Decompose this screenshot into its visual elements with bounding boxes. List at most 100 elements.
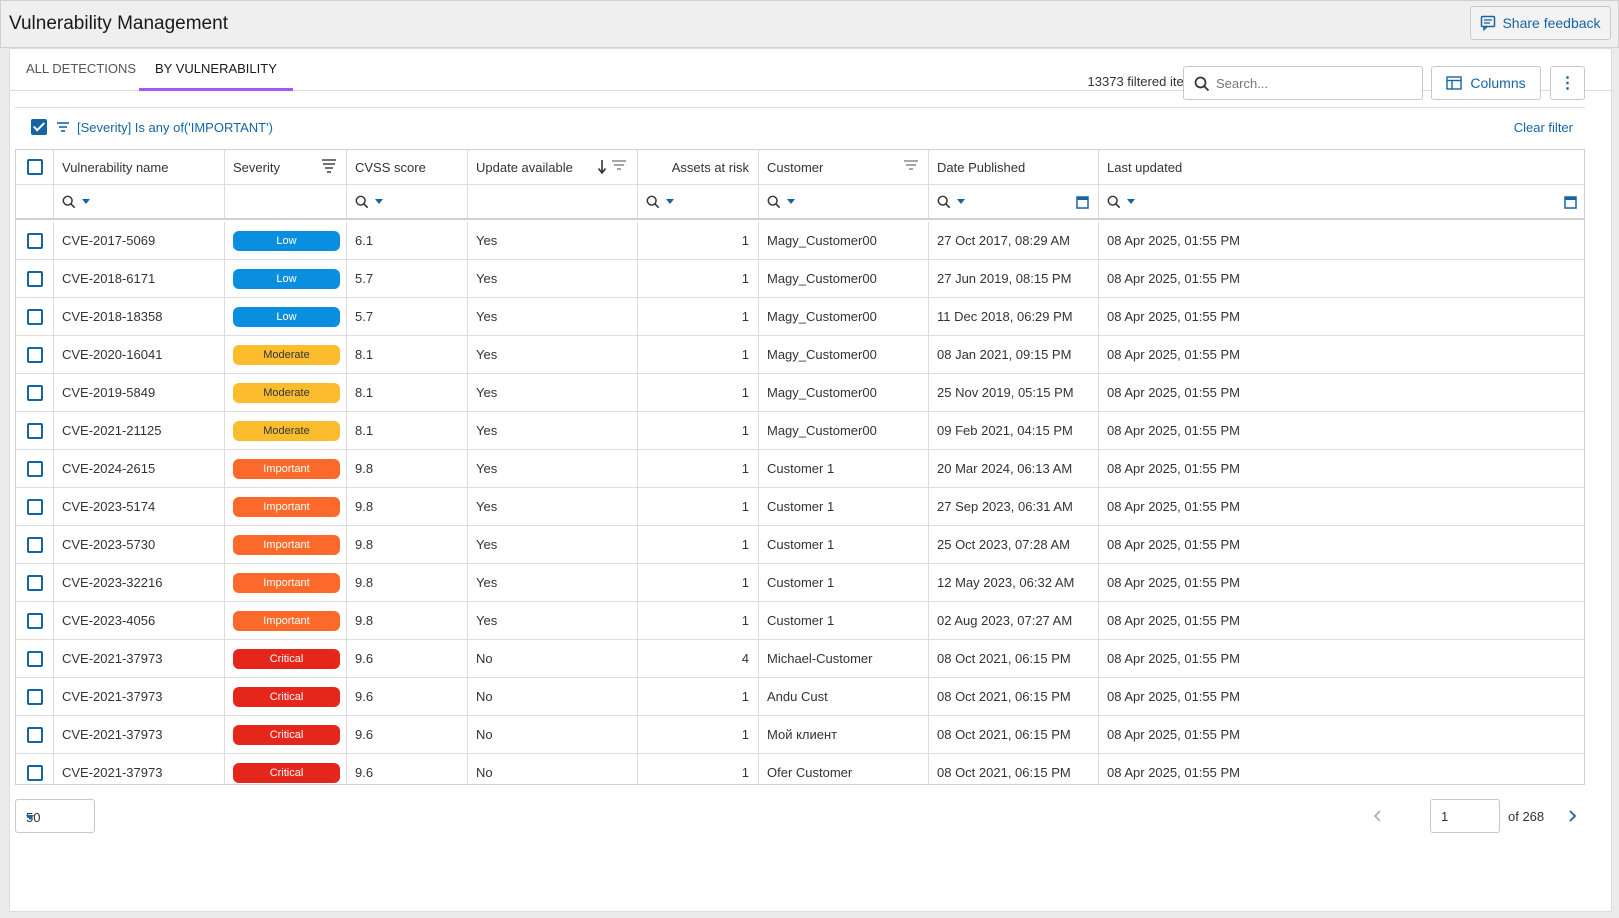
chevron-down-icon[interactable] xyxy=(375,199,383,204)
header-last-updated[interactable]: Last updated xyxy=(1099,150,1584,184)
filter-icon[interactable] xyxy=(903,159,919,173)
table-row[interactable]: CVE-2021-37973 Critical 9.6 No 1 Andu Cust 08 … xyxy=(16,678,1584,716)
row-checkbox[interactable] xyxy=(27,270,43,287)
tab-by-vulnerability[interactable]: BY VULNERABILITY xyxy=(139,49,293,91)
cell-vulnerability-name: CVE-2021-37973 xyxy=(54,754,225,784)
filter-toggle-checkbox[interactable] xyxy=(31,119,47,135)
columns-button[interactable]: Columns xyxy=(1431,66,1541,100)
cell-vulnerability-name: CVE-2023-5174 xyxy=(54,488,225,525)
row-checkbox[interactable] xyxy=(27,422,43,439)
row-checkbox[interactable] xyxy=(27,384,43,401)
cell-severity: Critical xyxy=(225,640,347,677)
filter-icon[interactable] xyxy=(321,159,337,175)
chevron-down-icon[interactable] xyxy=(1127,199,1135,204)
row-checkbox[interactable] xyxy=(27,346,43,363)
sort-desc-icon[interactable] xyxy=(598,159,628,175)
header-date-published[interactable]: Date Published xyxy=(929,150,1099,184)
severity-badge: Important xyxy=(233,496,340,517)
search-input[interactable] xyxy=(1216,73,1416,93)
cell-customer: Magy_Customer00 xyxy=(759,412,929,449)
header-vulnerability-name[interactable]: Vulnerability name xyxy=(54,150,225,184)
chevron-left-icon[interactable] xyxy=(1368,806,1388,826)
table-row[interactable]: CVE-2018-6171 Low 5.7 Yes 1 Magy_Customer00 27… xyxy=(16,260,1584,298)
row-select-cell xyxy=(16,412,54,449)
cell-date-published: 12 May 2023, 06:32 AM xyxy=(929,564,1099,601)
header-select-cell xyxy=(16,150,54,184)
severity-badge: Low xyxy=(233,268,340,289)
row-checkbox[interactable] xyxy=(27,574,43,591)
table-row[interactable]: CVE-2023-5730 Important 9.8 Yes 1 Customer 12… xyxy=(16,526,1584,564)
page-size-select[interactable]: 50 xyxy=(15,799,95,833)
page-number-input[interactable] xyxy=(1430,799,1500,833)
table-row[interactable]: CVE-2021-37973 Critical 9.6 No 1 Ofer Custome… xyxy=(16,754,1584,784)
table-row[interactable]: CVE-2019-5849 Moderate 8.1 Yes 1 Magy_Custome… xyxy=(16,374,1584,412)
cell-customer: Magy_Customer00 xyxy=(759,374,929,411)
cell-customer: Magy_Customer00 xyxy=(759,298,929,335)
filter-cell-updated[interactable] xyxy=(1099,185,1584,218)
table-row[interactable]: CVE-2023-5174 Important 9.8 Yes 1 Customer 12… xyxy=(16,488,1584,526)
row-checkbox[interactable] xyxy=(27,460,43,477)
filter-cell-name[interactable] xyxy=(54,185,225,218)
cell-severity: Low xyxy=(225,260,347,297)
filter-cell-empty xyxy=(16,185,54,218)
chevron-down-icon[interactable] xyxy=(666,199,674,204)
table-row[interactable]: CVE-2024-2615 Important 9.8 Yes 1 Customer 12… xyxy=(16,450,1584,488)
row-select-cell xyxy=(16,754,54,784)
chevron-down-icon[interactable] xyxy=(957,199,965,204)
cell-update-available: Yes xyxy=(468,222,638,259)
filter-cell-customer[interactable] xyxy=(759,185,929,218)
cell-assets-at-risk: 1 xyxy=(638,336,759,373)
cell-date-published: 08 Jan 2021, 09:15 PM xyxy=(929,336,1099,373)
filter-cell-assets[interactable] xyxy=(638,185,759,218)
table-row[interactable]: CVE-2021-37973 Critical 9.6 No 1 Мой клиент 08… xyxy=(16,716,1584,754)
cell-assets-at-risk: 1 xyxy=(638,488,759,525)
row-checkbox[interactable] xyxy=(27,232,43,249)
table-row[interactable]: CVE-2020-16041 Moderate 8.1 Yes 1 Magy_Custom… xyxy=(16,336,1584,374)
cell-cvss-score: 5.7 xyxy=(347,298,468,335)
more-options-button[interactable]: ⋮ xyxy=(1550,66,1585,100)
chevron-right-icon[interactable] xyxy=(1562,806,1582,826)
cell-vulnerability-name: CVE-2023-32216 xyxy=(54,564,225,601)
search-box[interactable] xyxy=(1183,66,1423,100)
active-filter-label[interactable]: [Severity] Is any of('IMPORTANT') xyxy=(77,120,273,135)
table-row[interactable]: CVE-2023-4056 Important 9.8 Yes 1 Customer 10… xyxy=(16,602,1584,640)
table-row[interactable]: CVE-2021-21125 Moderate 8.1 Yes 1 Magy_Custom… xyxy=(16,412,1584,450)
table-row[interactable]: CVE-2021-37973 Critical 9.6 No 4 Michael-Cust… xyxy=(16,640,1584,678)
cell-update-available: No xyxy=(468,754,638,784)
row-checkbox[interactable] xyxy=(27,612,43,629)
table-row[interactable]: CVE-2017-5069 Low 6.1 Yes 1 Magy_Customer00 27… xyxy=(16,222,1584,260)
header-assets-at-risk[interactable]: Assets at risk xyxy=(638,150,759,184)
cell-severity: Important xyxy=(225,602,347,639)
row-checkbox[interactable] xyxy=(27,764,43,781)
row-select-cell xyxy=(16,526,54,563)
columns-label: Columns xyxy=(1470,75,1526,91)
row-checkbox[interactable] xyxy=(27,726,43,743)
row-checkbox[interactable] xyxy=(27,650,43,667)
table-row[interactable]: CVE-2018-18358 Low 5.7 Yes 1 Magy_Customer00 1… xyxy=(16,298,1584,336)
cell-last-updated: 08 Apr 2025, 01:55 PM xyxy=(1107,271,1240,286)
chevron-down-icon[interactable] xyxy=(82,199,90,204)
share-feedback-button[interactable]: Share feedback xyxy=(1470,6,1611,40)
clear-filter-link[interactable]: Clear filter xyxy=(1514,120,1573,135)
header-update-available[interactable]: Update available xyxy=(468,150,638,184)
chevron-down-icon[interactable] xyxy=(787,199,795,204)
cell-update-available: No xyxy=(468,640,638,677)
calendar-icon[interactable] xyxy=(1564,196,1577,209)
row-checkbox[interactable] xyxy=(27,688,43,705)
table-row[interactable]: CVE-2023-32216 Important 9.8 Yes 1 Customer 1… xyxy=(16,564,1584,602)
filter-cell-published[interactable] xyxy=(929,185,1099,218)
cell-cvss-score: 9.8 xyxy=(347,564,468,601)
severity-badge: Low xyxy=(233,306,340,327)
tab-all-detections[interactable]: ALL DETECTIONS xyxy=(10,49,152,91)
select-all-checkbox[interactable] xyxy=(27,159,43,175)
row-checkbox[interactable] xyxy=(27,308,43,325)
header-customer[interactable]: Customer xyxy=(759,150,929,184)
cell-cvss-score: 9.8 xyxy=(347,450,468,487)
row-checkbox[interactable] xyxy=(27,536,43,553)
header-cvss-score[interactable]: CVSS score xyxy=(347,150,468,184)
calendar-icon[interactable] xyxy=(1076,196,1089,209)
header-severity[interactable]: Severity xyxy=(225,150,347,184)
filter-cell-cvss[interactable] xyxy=(347,185,468,218)
cell-last-updated: 08 Apr 2025, 01:55 PM xyxy=(1107,689,1240,704)
row-checkbox[interactable] xyxy=(27,498,43,515)
